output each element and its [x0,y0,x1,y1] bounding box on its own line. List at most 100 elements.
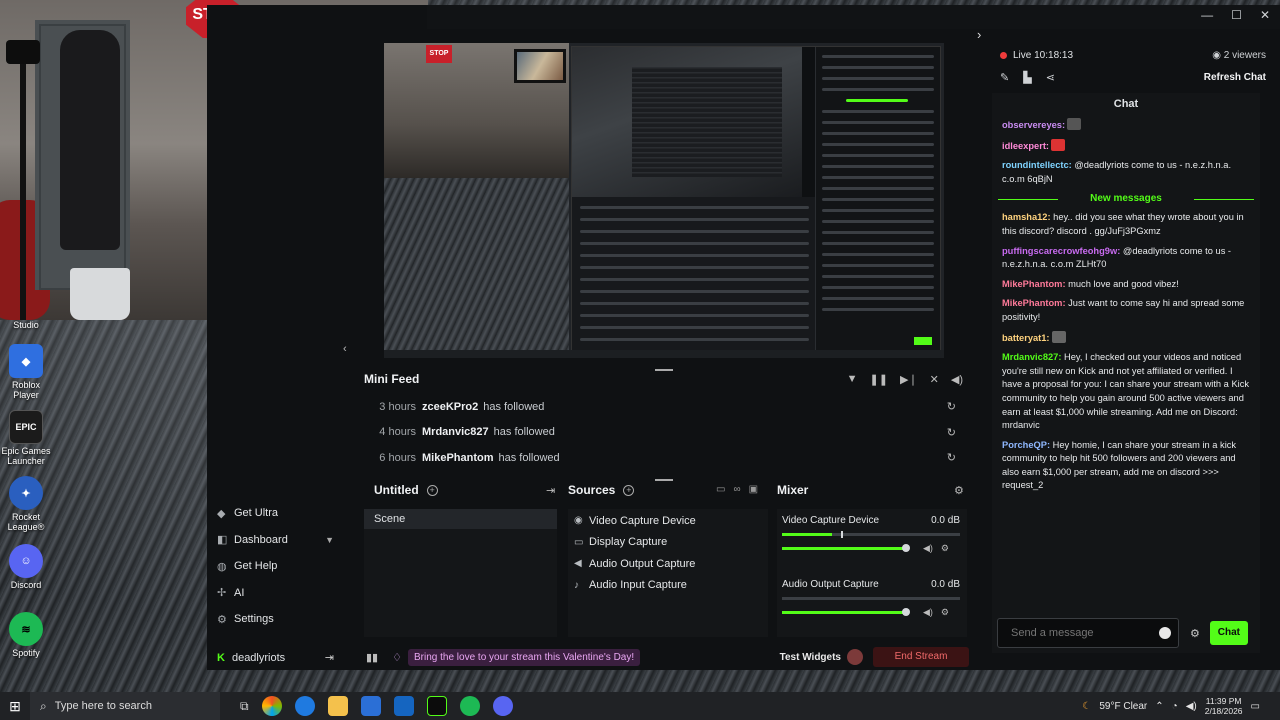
nav-item-get-help[interactable]: ◍ Get Help [207,553,342,580]
channel-settings-icon[interactable]: ⚙ [941,607,949,618]
chat-username[interactable]: hamsha12: [1002,212,1051,222]
copilot-icon[interactable] [261,696,282,716]
source-item-audio-input[interactable]: ♪ Audio Input Capture [568,575,768,597]
add-scene-icon[interactable]: + [426,484,438,496]
chat-username[interactable]: idleexpert: [1002,141,1049,151]
screen-icon[interactable]: ▭ [716,484,725,495]
outlook-icon[interactable] [393,696,414,716]
close-button[interactable]: ✕ [1260,8,1270,22]
mini-feed-list: 3 hours zceeKPro2 has followed ↻ 4 hours… [364,394,962,471]
replay-icon[interactable]: ↻ [947,451,956,464]
chat-settings-icon[interactable]: ⚙ [1190,627,1200,640]
network-icon[interactable]: ◔ [1172,701,1178,712]
promo-banner[interactable]: Bring the love to your stream this Valen… [407,648,641,666]
notification-bell-icon[interactable]: ♢ [392,651,402,664]
mixer-settings-icon[interactable]: ⚙ [954,484,964,497]
chat-username[interactable]: puffingscarecrowfeohg9w: [1002,246,1120,256]
viewer-count: ◉ 2 viewers [1212,50,1266,61]
maximize-button[interactable]: ☐ [1231,8,1242,22]
channel-settings-icon[interactable]: ⚙ [941,543,949,554]
mute-icon[interactable]: ◀) [923,607,933,618]
test-widgets-button[interactable]: Test Widgets [780,652,841,663]
replay-icon[interactable]: ↻ [947,426,956,439]
mute-alerts-icon[interactable]: ✕ [930,373,939,386]
discord-taskbar-icon[interactable] [492,696,513,716]
spotify-taskbar-icon[interactable] [459,696,480,716]
desktop-icon-epic-games[interactable]: EPIC Epic Games Launcher [0,410,52,466]
desktop-icon-roblox[interactable]: ◆ Roblox Player [0,344,52,400]
preview-nested-chat [815,47,940,353]
desktop-icon-discord[interactable]: ☺ Discord [0,544,52,590]
chat-username[interactable]: batteryat1: [1002,333,1050,343]
nav-user-account[interactable]: K deadlyriots ⇥ [207,651,342,665]
chat-username[interactable]: Mrdanvic827: [1002,352,1061,362]
source-item-audio-output[interactable]: ◀ Audio Output Capture [568,553,768,575]
source-label: Audio Output Capture [589,557,696,570]
feed-action: has followed [498,451,560,464]
desktop-icon-rocket-league[interactable]: ✦ Rocket League® [0,476,52,532]
chat-username[interactable]: PorcheQP: [1002,440,1050,450]
replay-icon[interactable]: ↻ [947,400,956,413]
emote-icon [1067,118,1082,130]
desktop-icon-spotify[interactable]: ≋ Spotify [0,612,52,658]
chat-username[interactable]: roundintellectc: [1002,160,1072,170]
chat-username[interactable]: MikePhantom: [1002,279,1066,289]
logout-icon[interactable]: ⇥ [325,651,334,664]
mixer-header: Mixer [777,479,808,501]
preview-stop-sign: STOP [426,45,452,63]
windows-start-icon[interactable]: ⊞ [0,698,30,715]
source-item-video-capture[interactable]: ◉ Video Capture Device [568,510,768,532]
filter-icon[interactable]: ▼ [847,373,858,386]
notifications-icon[interactable]: ▭ [1251,701,1260,712]
chat-message-input[interactable] [997,618,1179,648]
collapse-sidebar-icon[interactable]: ‹ [343,343,347,355]
image-icon[interactable]: ▣ [749,484,758,495]
edge-icon[interactable] [294,696,315,716]
edit-icon[interactable]: ✎ [1000,71,1009,84]
file-explorer-icon[interactable] [327,696,348,716]
chat-username[interactable]: MikePhantom: [1002,298,1066,308]
desktop-icon-studio[interactable]: Studio [0,318,52,330]
scene-item[interactable]: Scene [364,509,557,529]
chat-send-button[interactable]: Chat [1209,621,1248,645]
emoji-icon[interactable] [1159,627,1171,639]
preview-wallpaper [384,178,569,358]
mixer-channel: Video Capture Device 0.0 dB ◀) ⚙ [782,515,960,554]
collapse-scenes-icon[interactable]: ⇥ [546,484,555,497]
chat-username[interactable]: observereyes: [1002,120,1065,130]
nav-item-dashboard[interactable]: ◧ Dashboard ▼ [207,527,342,554]
tray-overflow-icon[interactable]: ⌃ [1155,701,1163,712]
end-stream-button[interactable]: End Stream [873,647,969,667]
volume-tray-icon[interactable]: ◀) [1186,701,1197,712]
source-item-display-capture[interactable]: ▭ Display Capture [568,532,768,554]
minimize-button[interactable]: — [1201,8,1213,22]
clip-icon[interactable]: ▙ [1023,71,1031,84]
nav-item-ai[interactable]: ✢ AI [207,580,342,607]
nav-item-settings[interactable]: ⚙ Settings [207,606,342,633]
mute-icon[interactable]: ◀) [923,543,933,554]
taskbar-clock[interactable]: 11:39 PM 2/18/2026 [1205,696,1243,716]
volume-slider[interactable] [782,608,910,616]
stats-icon[interactable]: ▮▮ [366,651,378,664]
volume-icon[interactable]: ◀) [951,373,963,386]
taskbar-search[interactable]: ⌕ Type here to search [30,692,220,720]
share-icon[interactable]: ⋖ [1046,71,1055,84]
volume-slider[interactable] [782,544,910,552]
chat-message: idleexpert: [992,136,1260,157]
expand-chat-icon[interactable]: › [977,27,981,42]
link-icon[interactable]: ∞ [733,484,740,495]
task-view-icon[interactable]: ⧉ [240,699,249,714]
nav-item-get-ultra[interactable]: ◆ Get Ultra [207,500,342,527]
sources-title: Sources [568,483,616,497]
add-source-icon[interactable]: + [623,484,635,496]
record-icon[interactable] [847,649,863,665]
emote-icon [1051,330,1066,343]
volume-knob[interactable] [902,608,910,616]
kick-studio-icon[interactable] [426,696,447,716]
weather-text[interactable]: 59°F Clear [1099,701,1147,712]
refresh-chat-button[interactable]: Refresh Chat [1204,72,1266,83]
pause-icon[interactable]: ❚❚ [870,373,888,386]
skip-icon[interactable]: ▶❘ [900,373,918,386]
store-icon[interactable] [360,696,381,716]
volume-knob[interactable] [902,544,910,552]
